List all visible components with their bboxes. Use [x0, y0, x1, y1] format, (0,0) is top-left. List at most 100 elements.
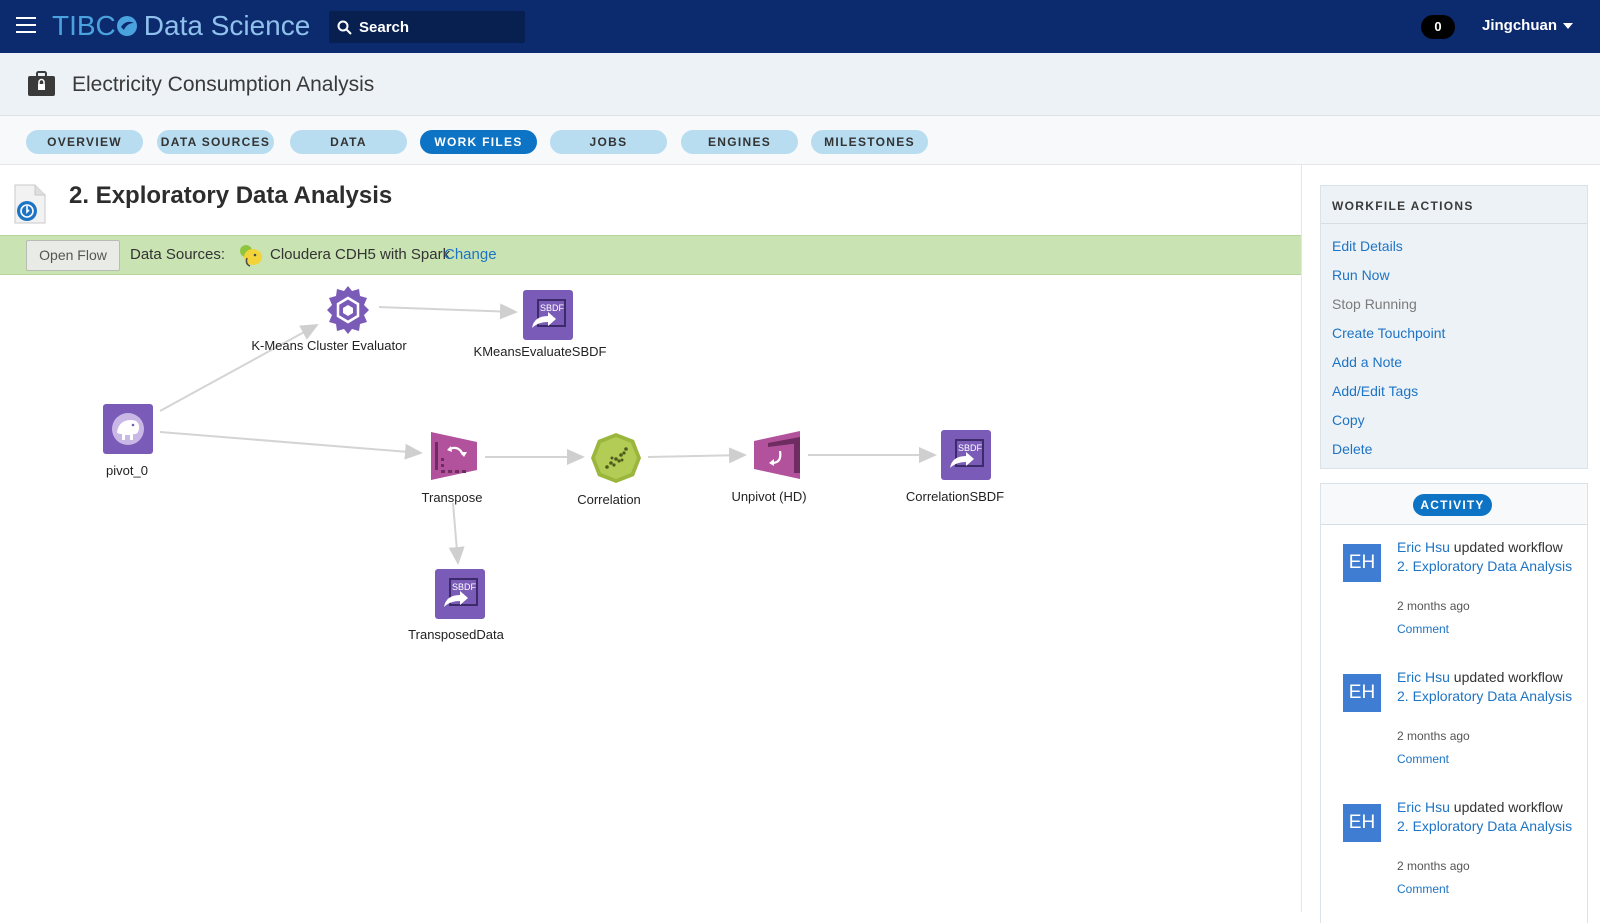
activity-action-text: updated workflow [1453, 539, 1563, 555]
comment-link[interactable]: Comment [1397, 622, 1449, 636]
sbdf-badge: SBDF [958, 443, 983, 453]
open-flow-button[interactable]: Open Flow [26, 240, 120, 271]
notification-badge[interactable]: 0 [1421, 15, 1455, 39]
activity-item: EH Eric Hsu updated workflow 2. Explorat… [1321, 786, 1589, 916]
activity-item: EH Eric Hsu updated workflow 2. Explorat… [1321, 656, 1589, 786]
workfile-title: 2. Exploratory Data Analysis [69, 182, 393, 209]
workflow-canvas[interactable]: pivot_0 K-Means Cluster Evaluator SBDF K… [0, 275, 1301, 912]
node-label-correlation: Correlation [577, 492, 641, 507]
sbdf-badge: SBDF [452, 582, 477, 592]
node-label-correlation-sbdf: CorrelationSBDF [905, 489, 1005, 504]
kmeans-evaluator-icon [327, 286, 369, 334]
user-name: Jingchuan [1482, 17, 1558, 34]
edge-kmeans-sbdf [378, 303, 518, 320]
activity-target-link[interactable]: 2. Exploratory Data Analysis [1397, 818, 1572, 834]
chevron-down-icon [1563, 22, 1574, 29]
user-menu[interactable]: Jingchuan [1482, 17, 1574, 34]
sbdf-export-icon: SBDF [941, 430, 991, 480]
global-search-input[interactable]: Search [329, 11, 525, 43]
transpose-icon [431, 432, 477, 480]
node-transposed-data[interactable]: SBDF [435, 569, 485, 624]
sbdf-export-icon: SBDF [435, 569, 485, 619]
tab-engines[interactable]: ENGINES [681, 130, 798, 154]
avatar[interactable]: EH [1343, 674, 1381, 712]
avatar[interactable]: EH [1343, 804, 1381, 842]
activity-action-text: updated workflow [1453, 669, 1563, 685]
sbdf-badge: SBDF [540, 303, 565, 313]
tab-overview[interactable]: OVERVIEW [26, 130, 143, 154]
comment-link[interactable]: Comment [1397, 882, 1449, 896]
menu-icon[interactable] [16, 17, 36, 35]
tibco-ball-icon [116, 15, 138, 37]
node-label-kmeans: K-Means Cluster Evaluator [251, 338, 407, 353]
edge-transpose-transposeddata [448, 502, 465, 565]
brand-product-text: Data Science [143, 10, 311, 41]
edge-pivot-transpose [159, 431, 423, 460]
data-source-bar: Open Flow Data Sources: Cloudera CDH5 wi… [0, 235, 1301, 275]
activity-target-link[interactable]: 2. Exploratory Data Analysis [1397, 688, 1572, 704]
activity-user-link[interactable]: Eric Hsu [1397, 669, 1450, 685]
action-delete[interactable]: Delete [1321, 435, 1587, 464]
activity-target-link[interactable]: 2. Exploratory Data Analysis [1397, 558, 1572, 574]
brand-logo[interactable]: TIBC Data Science [52, 8, 310, 44]
node-label-transpose: Transpose [421, 490, 483, 505]
workfile-actions-panel: WORKFILE ACTIONS Edit Details Run Now St… [1320, 185, 1588, 469]
workfile-main-panel: 2. Exploratory Data Analysis Open Flow D… [0, 165, 1302, 912]
workspace-title[interactable]: Electricity Consumption Analysis [72, 73, 374, 97]
action-add-note[interactable]: Add a Note [1321, 348, 1587, 377]
hadoop-elephant-icon [103, 404, 153, 454]
action-run-now[interactable]: Run Now [1321, 261, 1587, 290]
node-label-transposed-data: TransposedData [408, 627, 504, 642]
tab-jobs[interactable]: JOBS [550, 130, 667, 154]
action-copy[interactable]: Copy [1321, 406, 1587, 435]
briefcase-lock-icon [28, 71, 55, 96]
workspace-header: Electricity Consumption Analysis [0, 53, 1600, 116]
activity-panel: ACTIVITY EH Eric Hsu updated workflow 2.… [1320, 483, 1588, 923]
node-correlation[interactable] [590, 432, 642, 489]
action-stop-running: Stop Running [1332, 296, 1417, 312]
action-edit-details[interactable]: Edit Details [1321, 232, 1587, 261]
workflow-file-icon [14, 184, 46, 224]
node-label-unpivot: Unpivot (HD) [731, 489, 807, 504]
tab-milestones[interactable]: MILESTONES [811, 130, 928, 154]
tab-data[interactable]: DATA [290, 130, 407, 154]
activity-tab[interactable]: ACTIVITY [1413, 494, 1492, 516]
node-correlation-sbdf[interactable]: SBDF [941, 430, 991, 485]
node-label-kmeans-sbdf: KMeansEvaluateSBDF [473, 344, 607, 359]
sbdf-export-icon: SBDF [523, 290, 573, 340]
node-transpose[interactable] [429, 430, 479, 487]
data-sources-label: Data Sources: [130, 246, 226, 263]
workspace-tabs: OVERVIEW DATA SOURCES DATA WORK FILES JO… [0, 116, 1600, 165]
activity-user-link[interactable]: Eric Hsu [1397, 799, 1450, 815]
workfile-actions-title: WORKFILE ACTIONS [1321, 186, 1587, 224]
node-unpivot[interactable] [752, 429, 802, 486]
activity-timestamp: 2 months ago [1397, 599, 1470, 613]
activity-user-link[interactable]: Eric Hsu [1397, 539, 1450, 555]
flow-connectors [159, 303, 937, 565]
unpivot-icon [754, 431, 800, 479]
brand-tibco-text: TIBC [52, 10, 116, 41]
right-sidebar: WORKFILE ACTIONS Edit Details Run Now St… [1303, 165, 1600, 923]
top-navigation-bar: TIBC Data Science Search 0 Jingchuan [0, 0, 1600, 53]
correlation-icon [591, 433, 641, 483]
data-source-name: Cloudera CDH5 with Spark [270, 246, 451, 263]
hadoop-elephant-icon [240, 245, 262, 267]
node-kmeans-evaluator[interactable] [323, 284, 373, 341]
comment-link[interactable]: Comment [1397, 752, 1449, 766]
node-label-pivot: pivot_0 [106, 463, 148, 478]
tab-data-sources[interactable]: DATA SOURCES [157, 130, 274, 154]
edge-correlation-unpivot [647, 447, 747, 464]
action-add-edit-tags[interactable]: Add/Edit Tags [1321, 377, 1587, 406]
node-kmeans-sbdf[interactable]: SBDF [523, 290, 573, 345]
activity-item: EH Eric Hsu updated workflow 2. Explorat… [1321, 526, 1589, 656]
activity-action-text: updated workflow [1453, 799, 1563, 815]
avatar[interactable]: EH [1343, 544, 1381, 582]
tab-work-files[interactable]: WORK FILES [420, 130, 537, 154]
activity-timestamp: 2 months ago [1397, 729, 1470, 743]
activity-timestamp: 2 months ago [1397, 859, 1470, 873]
search-icon [337, 20, 352, 35]
search-placeholder: Search [359, 18, 410, 36]
node-pivot[interactable] [103, 404, 153, 459]
change-data-source-link[interactable]: Change [444, 246, 497, 263]
action-create-touchpoint[interactable]: Create Touchpoint [1321, 319, 1587, 348]
